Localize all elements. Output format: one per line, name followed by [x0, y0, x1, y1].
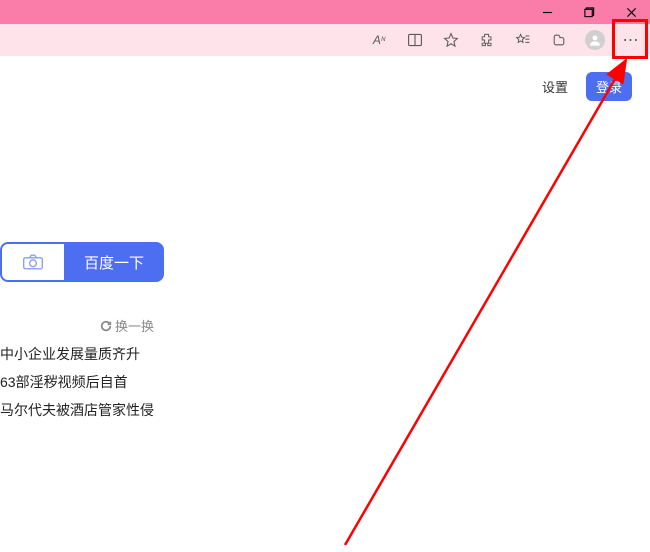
page-header: 设置 登录: [0, 56, 650, 101]
refresh-label: 换一换: [115, 316, 154, 335]
settings-link[interactable]: 设置: [542, 77, 568, 96]
profile-icon[interactable]: [582, 27, 608, 53]
search-button[interactable]: 百度一下: [64, 242, 164, 282]
refresh-icon: [100, 320, 112, 332]
news-list: 中小企业发展量质齐升 63部淫秽视频后自首 马尔代夫被酒店管家性侵: [0, 340, 154, 424]
favorite-star-icon[interactable]: [438, 27, 464, 53]
refresh-news-link[interactable]: 换一换: [100, 316, 154, 335]
read-aloud-icon[interactable]: Aᴺ: [366, 27, 392, 53]
favorites-list-icon[interactable]: [510, 27, 536, 53]
extensions-icon[interactable]: [474, 27, 500, 53]
close-button[interactable]: [616, 1, 646, 23]
reading-view-icon[interactable]: [402, 27, 428, 53]
camera-search-icon[interactable]: [0, 242, 64, 282]
more-menu-icon[interactable]: ⋯: [618, 27, 644, 53]
browser-toolbar: Aᴺ ⋯: [0, 24, 650, 56]
login-button[interactable]: 登录: [586, 72, 632, 101]
minimize-button[interactable]: [532, 1, 562, 23]
news-item[interactable]: 63部淫秽视频后自首: [0, 368, 154, 396]
window-title-bar: [0, 0, 650, 24]
news-item[interactable]: 马尔代夫被酒店管家性侵: [0, 396, 154, 424]
maximize-button[interactable]: [574, 1, 604, 23]
collections-icon[interactable]: [546, 27, 572, 53]
news-item[interactable]: 中小企业发展量质齐升: [0, 340, 154, 368]
search-area: 百度一下: [0, 242, 164, 282]
